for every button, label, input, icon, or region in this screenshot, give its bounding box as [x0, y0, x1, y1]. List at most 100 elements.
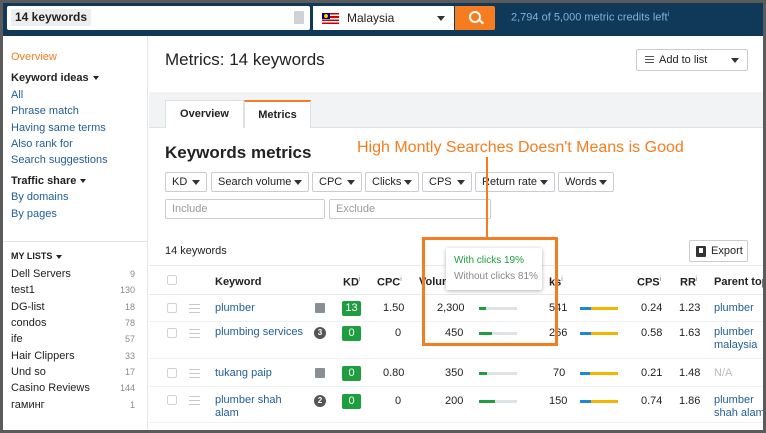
add-to-list-button[interactable]: Add to list: [636, 49, 748, 71]
list-count: 130: [119, 285, 135, 295]
list-item[interactable]: ife 57: [11, 333, 135, 345]
list-item[interactable]: condos 78: [11, 317, 135, 329]
sidebar: Overview Keyword ideas All Phrase match …: [0, 36, 148, 433]
chevron-down-icon: [599, 180, 607, 185]
filter-words[interactable]: Words: [558, 172, 614, 192]
col-parent-topic[interactable]: Parent topi: [714, 276, 766, 288]
chevron-down-icon: [731, 58, 739, 63]
country-select[interactable]: Malaysia: [313, 6, 454, 30]
col-rr[interactable]: RRi: [680, 276, 697, 289]
clicks-bar: [479, 372, 517, 375]
return-rate-bar-fill: [591, 400, 618, 403]
list-count: 18: [124, 302, 135, 312]
row-checkbox[interactable]: [167, 328, 177, 338]
filter-kd[interactable]: KD: [165, 172, 207, 192]
sidebar-item-all[interactable]: All: [11, 89, 23, 101]
keyword-link[interactable]: plumber: [215, 302, 255, 315]
list-item[interactable]: Casino Reviews 144: [11, 382, 135, 394]
list-item[interactable]: Und so 17: [11, 366, 135, 378]
sidebar-item-by-pages[interactable]: By pages: [11, 208, 57, 220]
parent-topic-na: N/A: [714, 367, 733, 379]
sidebar-item-by-domains[interactable]: By domains: [11, 191, 68, 203]
info-icon[interactable]: i: [668, 11, 670, 18]
include-input[interactable]: Include: [165, 199, 325, 219]
list-item[interactable]: test1 130: [11, 284, 135, 296]
list-count: 17: [124, 367, 135, 377]
tab-metrics[interactable]: Metrics: [244, 100, 311, 128]
sidebar-item-overview[interactable]: Overview: [11, 51, 57, 63]
cpc-value: 0.80: [383, 367, 405, 379]
search-button[interactable]: [455, 6, 495, 30]
tab-overview[interactable]: Overview: [165, 100, 244, 128]
parent-topic-link[interactable]: plumber: [714, 302, 754, 315]
clicks-bar-fill: [479, 400, 495, 403]
row-checkbox[interactable]: [167, 303, 177, 313]
list-item[interactable]: DG-list 18: [11, 301, 135, 313]
return-rate-bar-fill: [589, 372, 618, 375]
clicks-value: 150: [549, 395, 568, 407]
sidebar-item-having-same-terms[interactable]: Having same terms: [11, 122, 106, 134]
keyword-link[interactable]: plumbing services: [215, 326, 305, 339]
sidebar-item-search-suggestions[interactable]: Search suggestions: [11, 154, 108, 166]
exclude-input[interactable]: Exclude: [329, 199, 491, 219]
select-all-checkbox[interactable]: [167, 275, 177, 285]
col-kd[interactable]: KDi: [343, 276, 360, 289]
filter-cpc[interactable]: CPC: [312, 172, 362, 192]
row-checkbox[interactable]: [167, 368, 177, 378]
rr-value: 1.48: [679, 367, 701, 379]
caret-down-icon: [92, 76, 99, 81]
chevron-down-icon: [540, 180, 548, 185]
sidebar-item-phrase-match[interactable]: Phrase match: [11, 105, 79, 117]
search-input[interactable]: 14 keywords: [11, 9, 92, 26]
add-to-list-icon[interactable]: [189, 396, 200, 405]
cps-value: 0.21: [641, 367, 663, 379]
list-item[interactable]: Dell Servers 9: [11, 268, 135, 280]
add-to-list-icon[interactable]: [189, 369, 200, 378]
parent-topic-link[interactable]: plumber malaysia: [714, 326, 766, 352]
sidebar-heading-traffic-share[interactable]: Traffic share: [11, 175, 87, 187]
col-keyword[interactable]: Keyword: [215, 276, 261, 288]
page-title-count: 14 keywords: [224, 50, 325, 69]
info-icon: i: [695, 276, 698, 283]
list-name: ife: [11, 333, 23, 345]
main-content: Metrics: 14 keywords Add to list Overvie…: [149, 36, 766, 433]
annotation-text: High Montly Searches Doesn't Means is Go…: [357, 139, 684, 156]
serp-feature-count-icon: 3: [314, 327, 326, 339]
col-cpc[interactable]: CPCi: [377, 276, 402, 289]
cpc-value: 1.50: [383, 302, 405, 314]
filter-clicks[interactable]: Clicks: [365, 172, 419, 192]
search-box[interactable]: 14 keywords: [7, 6, 310, 30]
return-rate-bar: [580, 332, 618, 335]
kd-badge: 0: [342, 366, 361, 381]
upload-file-icon[interactable]: [294, 11, 304, 24]
col-cps[interactable]: CPSi: [637, 276, 661, 289]
export-button[interactable]: Export: [689, 240, 748, 262]
top-bar: 14 keywords Malaysia 2,794 of 5,000 metr…: [0, 0, 766, 36]
volume-value: 350: [445, 367, 464, 379]
list-count: 1: [129, 400, 135, 410]
caret-down-icon: [56, 254, 63, 259]
col-rr-label: RR: [680, 276, 696, 289]
filter-cps[interactable]: CPS: [422, 172, 472, 192]
keyword-link[interactable]: plumber shah alam: [215, 394, 305, 420]
sidebar-heading-keyword-ideas[interactable]: Keyword ideas: [11, 72, 99, 84]
list-count: 57: [124, 334, 135, 344]
table-row: tukang paip 0 0.80 350 70 0.21 1.48 N/A: [149, 359, 766, 387]
keyword-link[interactable]: tukang paip: [215, 367, 272, 380]
volume-value: 200: [445, 395, 464, 407]
list-name: Und so: [11, 366, 46, 378]
filter-search-volume[interactable]: Search volume: [211, 172, 309, 192]
parent-topic-link[interactable]: plumber shah alam: [714, 394, 766, 420]
info-icon: i: [659, 276, 662, 283]
serp-image-icon: [315, 303, 325, 313]
traffic-share-label: Traffic share: [11, 175, 77, 187]
add-to-list-icon[interactable]: [189, 304, 200, 313]
cps-value: 0.24: [641, 302, 663, 314]
sidebar-item-also-rank-for[interactable]: Also rank for: [11, 138, 73, 150]
add-to-list-icon[interactable]: [189, 329, 200, 338]
list-item[interactable]: гаминг 1: [11, 399, 135, 411]
my-lists-heading[interactable]: MY LISTS: [11, 251, 63, 261]
list-item[interactable]: Hair Clippers 33: [11, 350, 135, 362]
export-label: Export: [711, 245, 743, 257]
row-checkbox[interactable]: [167, 395, 177, 405]
